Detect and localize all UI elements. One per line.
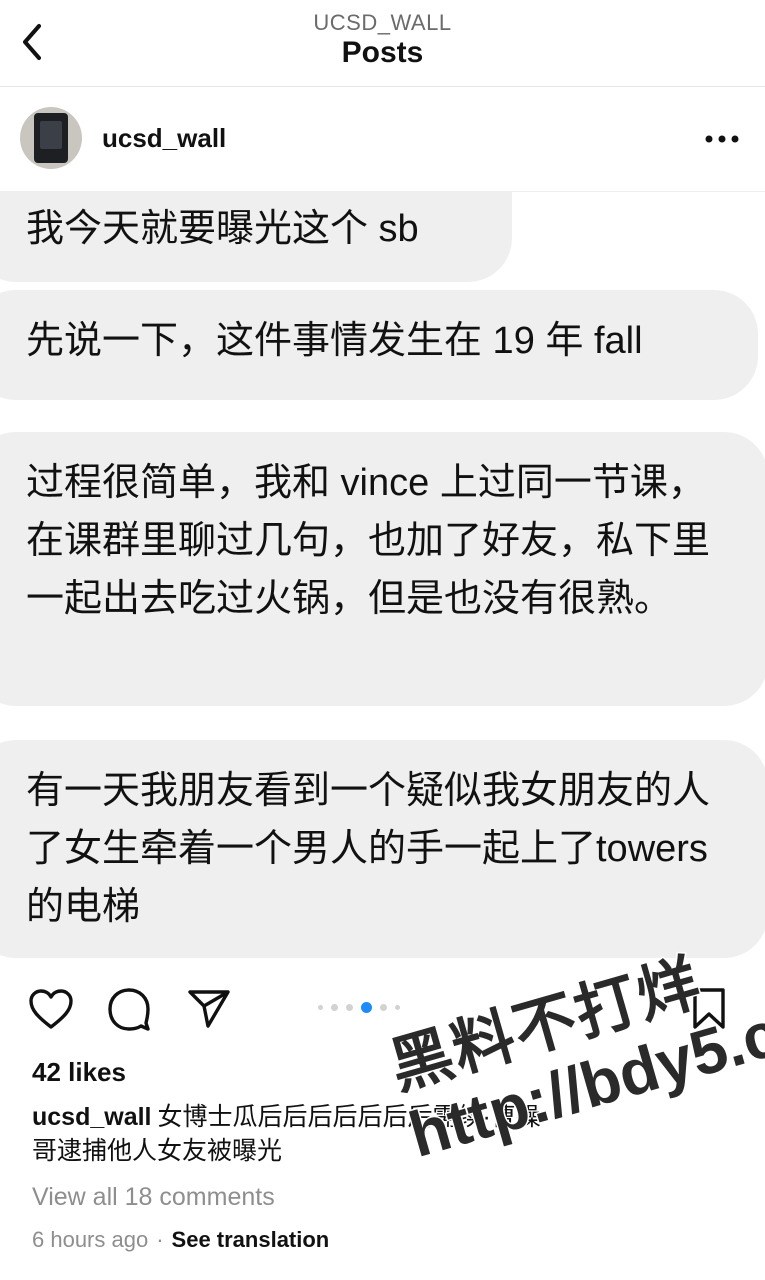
meta-separator: ·: [156, 1227, 164, 1252]
action-bar: [0, 970, 765, 1050]
message-bubble: 我今天就要曝光这个 sb: [0, 192, 512, 282]
caption-username[interactable]: ucsd_wall: [32, 1103, 152, 1131]
bookmark-icon: [693, 988, 725, 1029]
carousel-dot: [318, 1005, 323, 1010]
heart-icon: [29, 989, 73, 1029]
likes-count[interactable]: 42 likes: [32, 1057, 126, 1088]
message-bubble: 先说一下，这件事情发生在 19 年 fall: [0, 290, 758, 400]
post-timestamp: 6 hours ago: [32, 1227, 149, 1252]
caption: ucsd_wall 女博士瓜后后后后后后后需续·曹操哥逮捕他人女友被曝光: [32, 1100, 552, 1168]
author-username[interactable]: ucsd_wall: [102, 123, 226, 154]
post-meta: 6 hours ago · See translation: [32, 1227, 329, 1253]
carousel-indicator: [318, 1002, 400, 1013]
carousel-dot: [395, 1005, 400, 1010]
carousel-dot: [331, 1004, 338, 1011]
header-account: UCSD_WALL: [313, 10, 452, 35]
more-options-button[interactable]: [698, 121, 746, 157]
top-bar: UCSD_WALL Posts: [0, 0, 765, 87]
comment-icon: [108, 988, 150, 1031]
share-button[interactable]: [184, 984, 234, 1034]
post-image[interactable]: 我今天就要曝光这个 sb 先说一下，这件事情发生在 19 年 fall 过程很简…: [0, 192, 765, 958]
comment-button[interactable]: [104, 984, 154, 1034]
message-bubble: 过程很简单，我和 vince 上过同一节课，在课群里聊过几句，也加了好友，私下里…: [0, 432, 765, 706]
more-horizontal-icon: [705, 135, 739, 143]
carousel-dot: [380, 1004, 387, 1011]
page-title: Posts: [341, 36, 424, 69]
save-button[interactable]: [684, 984, 734, 1034]
like-button[interactable]: [26, 984, 76, 1034]
carousel-dot: [346, 1004, 353, 1011]
see-translation-link[interactable]: See translation: [172, 1227, 330, 1252]
avatar[interactable]: [20, 107, 82, 169]
post-header: ucsd_wall: [0, 87, 765, 192]
carousel-dot-active: [361, 1002, 372, 1013]
view-comments-link[interactable]: View all 18 comments: [32, 1183, 275, 1212]
message-bubble: 有一天我朋友看到一个疑似我女朋友的人了女生牵着一个男人的手一起上了towers的…: [0, 740, 765, 958]
send-icon: [188, 990, 230, 1028]
